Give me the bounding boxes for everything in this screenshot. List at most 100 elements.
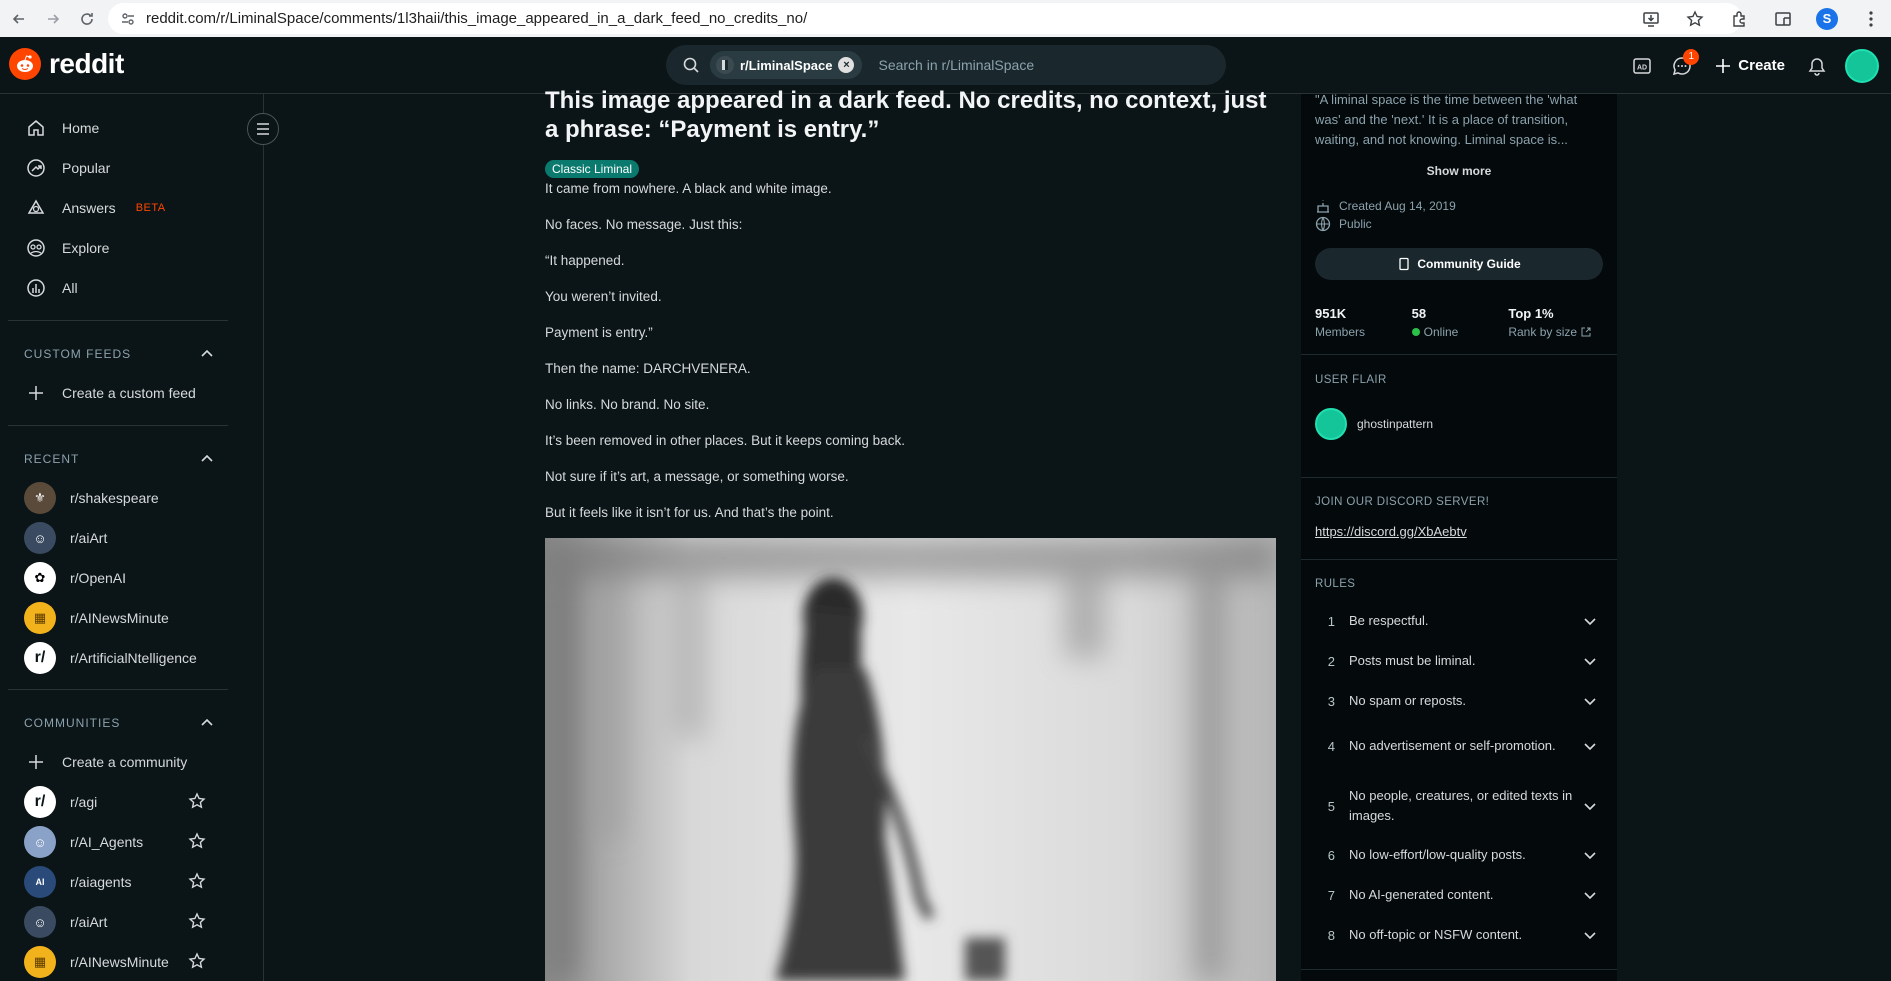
create-custom-feed-label: Create a custom feed — [62, 385, 196, 401]
sidebar-item-answers[interactable]: Answers BETA — [24, 188, 234, 228]
create-community-button[interactable]: Create a community — [24, 742, 234, 782]
communities-header[interactable]: COMMUNITIES — [24, 716, 214, 730]
favorite-star-icon[interactable] — [188, 912, 206, 930]
clear-chip-icon[interactable]: × — [838, 57, 855, 73]
rule-item[interactable]: 7 No AI-generated content. — [1315, 880, 1605, 910]
custom-feeds-header[interactable]: CUSTOM FEEDS — [24, 347, 214, 361]
reload-icon[interactable] — [72, 4, 102, 34]
community-label: r/aiArt — [70, 914, 108, 930]
rule-text: Posts must be liminal. — [1349, 653, 1476, 668]
favorite-star-icon[interactable] — [188, 792, 206, 810]
rule-item[interactable]: 4 No advertisement or self-promotion. — [1315, 721, 1605, 771]
forward-icon[interactable] — [38, 4, 68, 34]
recent-item[interactable]: ▦ r/AINewsMinute — [24, 598, 234, 638]
community-guide-label: Community Guide — [1417, 257, 1521, 271]
sidebar-item-all[interactable]: All — [24, 268, 234, 308]
plus-icon — [24, 753, 48, 771]
url-text[interactable]: reddit.com/r/LiminalSpace/comments/1l3ha… — [146, 10, 807, 27]
community-avatar: ☺ — [24, 826, 56, 858]
rule-number: 8 — [1327, 927, 1335, 943]
rule-item[interactable]: 5 No people, creatures, or edited texts … — [1315, 781, 1605, 831]
visibility-row: Public — [1315, 216, 1372, 232]
community-avatar: AI — [24, 866, 56, 898]
recent-item[interactable]: ⚜ r/shakespeare — [24, 478, 234, 518]
site-info-icon[interactable] — [118, 11, 138, 27]
subreddit-chip-label: r/LiminalSpace — [740, 57, 833, 73]
recent-item[interactable]: ✿ r/OpenAI — [24, 558, 234, 598]
post-flair[interactable]: Classic Liminal — [545, 160, 640, 178]
chat-badge: 1 — [1683, 48, 1700, 65]
rule-text: No low-effort/low-quality posts. — [1349, 847, 1526, 862]
chat-icon[interactable]: 1 — [1662, 46, 1702, 86]
post-content: This image appeared in a dark feed. No c… — [545, 86, 1275, 540]
post-paragraph: Payment is entry.” — [545, 325, 653, 340]
sidebar-item-home[interactable]: Home — [24, 108, 234, 148]
recent-item[interactable]: ☺ r/aiArt — [24, 518, 234, 558]
advertise-icon[interactable]: AD — [1622, 46, 1662, 86]
section-heading: CUSTOM FEEDS — [24, 347, 132, 361]
reddit-snoo-icon — [9, 48, 41, 80]
sidebar-item-label: Popular — [62, 160, 111, 176]
user-flair[interactable]: ghostinpattern — [1315, 408, 1433, 440]
browser-toolbar: reddit.com/r/LiminalSpace/comments/1l3ha… — [0, 0, 1891, 37]
show-more-button[interactable]: Show more — [1301, 164, 1617, 178]
rule-text: No spam or reposts. — [1349, 693, 1467, 708]
browser-menu-icon[interactable] — [1851, 4, 1891, 34]
community-avatar: ▦ — [24, 946, 56, 978]
favorite-star-icon[interactable] — [188, 832, 206, 850]
community-guide-button[interactable]: Community Guide — [1315, 248, 1603, 280]
user-flair-heading: USER FLAIR — [1315, 374, 1387, 386]
back-icon[interactable] — [4, 4, 34, 34]
post-paragraph: No links. No brand. No site. — [545, 397, 710, 412]
left-sidebar: Home Popular Answers BETA Explore All CU… — [0, 94, 264, 981]
user-avatar[interactable] — [1845, 48, 1879, 83]
favorite-star-icon[interactable] — [188, 872, 206, 890]
rule-item[interactable]: 3 No spam or reposts. — [1315, 686, 1605, 716]
rule-item[interactable]: 6 No low-effort/low-quality posts. — [1315, 840, 1605, 870]
profile-avatar[interactable]: S — [1807, 4, 1847, 34]
rule-item[interactable]: 2 Posts must be liminal. — [1315, 646, 1605, 676]
community-label: r/OpenAI — [70, 570, 127, 586]
extensions-icon[interactable] — [1719, 4, 1759, 34]
user-flair-avatar — [1315, 408, 1347, 440]
community-avatar: r/ — [24, 642, 56, 674]
reddit-logo[interactable]: reddit — [9, 48, 124, 80]
community-label: r/shakespeare — [70, 490, 159, 506]
recent-header[interactable]: RECENT — [24, 452, 214, 466]
sidebar-item-explore[interactable]: Explore — [24, 228, 234, 268]
discord-link[interactable]: https://discord.gg/XbAebtv — [1315, 524, 1467, 539]
stat-rank[interactable]: Top 1% Rank by size — [1508, 306, 1605, 339]
split-view-icon[interactable] — [1763, 4, 1803, 34]
notifications-bell-icon[interactable] — [1797, 46, 1837, 86]
favorite-star-icon[interactable] — [188, 952, 206, 970]
sidebar-item-popular[interactable]: Popular — [24, 148, 234, 188]
recent-item[interactable]: r/ r/ArtificialNtelligence — [24, 638, 234, 678]
rule-item[interactable]: 8 No off-topic or NSFW content. — [1315, 920, 1605, 950]
post-paragraph: It’s been removed in other places. But i… — [545, 433, 905, 448]
user-flair-name: ghostinpattern — [1357, 417, 1434, 431]
post-image[interactable] — [545, 538, 1276, 981]
community-description: "A liminal space is the time between the… — [1315, 92, 1578, 147]
search-bar[interactable]: r/LiminalSpace × Search in r/LiminalSpac… — [666, 45, 1226, 85]
community-label: r/aiagents — [70, 874, 132, 890]
create-button[interactable]: Create — [1702, 46, 1797, 86]
popular-icon — [24, 158, 48, 178]
create-custom-feed-button[interactable]: Create a custom feed — [24, 373, 234, 413]
chevron-down-icon — [1575, 848, 1605, 862]
post-paragraph: “It happened. — [545, 253, 625, 268]
cake-icon — [1317, 200, 1329, 213]
community-label: r/AINewsMinute — [70, 954, 169, 970]
address-bar[interactable]: reddit.com/r/LiminalSpace/comments/1l3ha… — [108, 3, 1742, 34]
chevron-down-icon — [1575, 739, 1605, 753]
svg-text:AD: AD — [1637, 64, 1647, 71]
sidebar-collapse-button[interactable] — [247, 113, 279, 145]
sidebar-divider — [1301, 477, 1617, 478]
install-app-icon[interactable] — [1631, 4, 1671, 34]
rule-item[interactable]: 1 Be respectful. — [1315, 606, 1605, 636]
created-date-row: Created Aug 14, 2019 — [1315, 198, 1456, 214]
stat-label-row: Members — [1315, 325, 1412, 339]
search-input[interactable]: Search in r/LiminalSpace — [878, 57, 1034, 73]
subreddit-search-chip[interactable]: r/LiminalSpace × — [710, 51, 863, 79]
rule-number: 5 — [1327, 798, 1335, 814]
bookmark-star-icon[interactable] — [1675, 4, 1715, 34]
